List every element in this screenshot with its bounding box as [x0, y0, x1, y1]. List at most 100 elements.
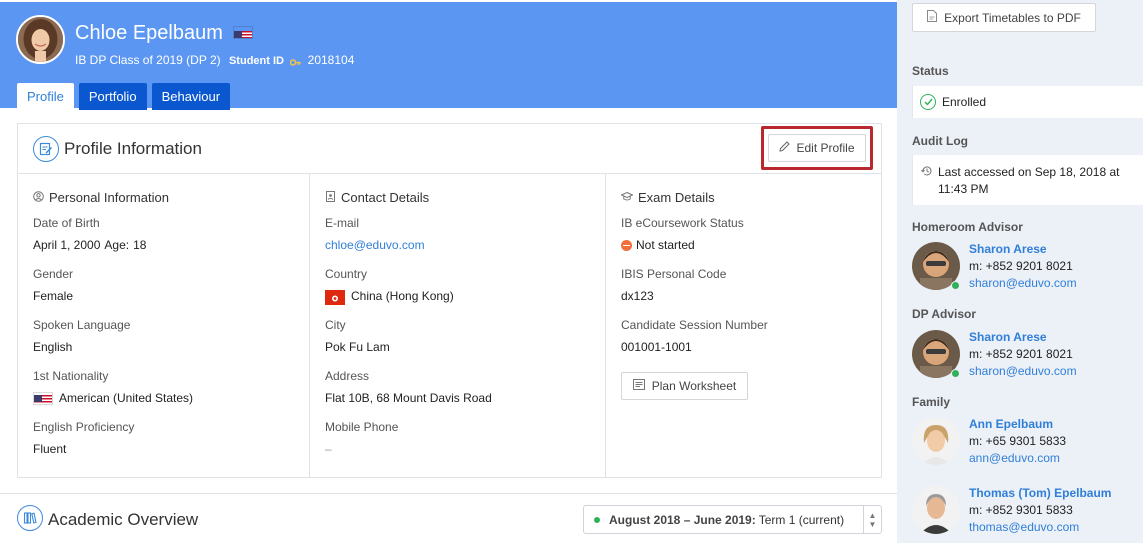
term-select[interactable]: August 2018 – June 2019: Term 1 (current…: [583, 505, 882, 534]
plan-worksheet-button[interactable]: Plan Worksheet: [621, 372, 748, 400]
student-header: Chloe Epelbaum IB DP Class of 2019 (DP 2…: [0, 0, 897, 110]
family-member-name-link[interactable]: Thomas (Tom) Epelbaum: [969, 486, 1111, 500]
tab-behaviour[interactable]: Behaviour: [151, 83, 231, 110]
hong-kong-flag-icon: [325, 289, 345, 305]
export-timetables-label: Export Timetables to PDF: [944, 10, 1081, 25]
profile-card-title: Profile Information: [64, 139, 202, 158]
city-value: Pok Fu Lam: [325, 340, 390, 354]
term-range: August 2018 – June 2019:: [609, 512, 756, 527]
ecoursework-label: IB eCoursework Status: [621, 216, 744, 230]
country-label: Country: [325, 267, 368, 281]
person-icon: [33, 190, 44, 205]
advisor-email-link[interactable]: sharon@eduvo.com: [969, 364, 1077, 378]
gender-value: Female: [33, 289, 74, 303]
exam-details-section: Exam Details IB eCoursework Status Not s…: [606, 174, 881, 478]
address-field: Address Flat 10B, 68 Mount Davis Road: [325, 366, 590, 417]
personal-information-section: Personal Information Date of Birth April…: [18, 174, 310, 478]
academic-overview-section: Academic Overview August 2018 – June 201…: [0, 493, 897, 543]
profile-tabs: Profile Portfolio Behaviour: [17, 83, 231, 110]
nationality-field: 1st Nationality American (United States): [33, 366, 294, 417]
family-member-card: Thomas (Tom) Epelbaum m: +852 9301 5833 …: [912, 486, 1143, 542]
family-member-email-link[interactable]: thomas@eduvo.com: [969, 520, 1079, 534]
gender-label: Gender: [33, 267, 74, 281]
family-member-avatar[interactable]: [912, 417, 960, 465]
online-status-icon: [951, 369, 960, 378]
nationality-label: 1st Nationality: [33, 369, 109, 383]
mobile-phone-field: Mobile Phone –: [325, 417, 590, 468]
family-member-email-link[interactable]: ann@eduvo.com: [969, 451, 1060, 465]
edit-profile-button[interactable]: Edit Profile: [768, 134, 866, 162]
city-field: City Pok Fu Lam: [325, 315, 590, 366]
student-subtitle: IB DP Class of 2019 (DP 2) Student ID 20…: [75, 53, 354, 67]
books-icon: [17, 505, 43, 531]
family-member-card: Ann Epelbaum m: +65 9301 5833 ann@eduvo.…: [912, 417, 1143, 473]
export-timetables-button[interactable]: Export Timetables to PDF: [912, 3, 1096, 32]
advisor-name-link[interactable]: Sharon Arese: [969, 242, 1047, 256]
address-label: Address: [325, 369, 370, 383]
advisor-name-link[interactable]: Sharon Arese: [969, 330, 1047, 344]
audit-log-box: Last accessed on Sep 18, 2018 at 11:43 P…: [912, 155, 1143, 205]
spoken-language-field: Spoken Language English: [33, 315, 294, 366]
personal-information-title: Personal Information: [49, 189, 169, 205]
session-number-field: Candidate Session Number 001001-1001: [621, 315, 866, 366]
edit-profile-highlight: Edit Profile: [761, 126, 873, 170]
key-icon: [290, 56, 301, 67]
plan-worksheet-label: Plan Worksheet: [651, 379, 737, 393]
check-circle-icon: [920, 94, 936, 110]
status-value: Enrolled: [942, 95, 987, 109]
ibis-code-label: IBIS Personal Code: [621, 267, 727, 281]
profile-card-header: Profile Information Edit Profile: [18, 124, 881, 174]
edit-profile-label: Edit Profile: [796, 141, 855, 155]
email-label: E-mail: [325, 216, 360, 230]
city-label: City: [325, 318, 346, 332]
homeroom-advisor-heading: Homeroom Advisor: [912, 220, 1023, 234]
academic-overview-title: Academic Overview: [48, 510, 199, 529]
profile-information-card: Profile Information Edit Profile Persona…: [17, 123, 882, 478]
english-proficiency-value: Fluent: [33, 442, 67, 456]
address-book-icon: [325, 190, 336, 205]
email-link[interactable]: chloe@eduvo.com: [325, 234, 590, 256]
student-id-label: Student ID: [228, 55, 284, 67]
dp-advisor-heading: DP Advisor: [912, 307, 977, 321]
audit-log-heading: Audit Log: [912, 134, 968, 148]
session-number-value: 001001-1001: [621, 340, 692, 354]
email-field: E-mail chloe@eduvo.com: [325, 213, 590, 264]
tab-portfolio[interactable]: Portfolio: [78, 83, 147, 110]
student-name: Chloe Epelbaum: [75, 22, 254, 45]
student-id: 2018104: [307, 53, 355, 67]
age-label: Age:: [104, 238, 130, 252]
contact-details-section: Contact Details E-mail chloe@eduvo.com C…: [310, 174, 606, 478]
ecoursework-value: Not started: [636, 238, 695, 252]
gender-field: Gender Female: [33, 264, 294, 315]
address-value: Flat 10B, 68 Mount Davis Road: [325, 391, 492, 405]
online-status-icon: [951, 281, 960, 290]
history-icon: [921, 165, 933, 182]
spoken-language-label: Spoken Language: [33, 318, 131, 332]
advisor-phone: m: +852 9201 8021: [969, 347, 1073, 361]
personal-information-heading: Personal Information: [33, 186, 294, 208]
family-member-avatar[interactable]: [912, 486, 960, 534]
pdf-file-icon: [927, 10, 938, 25]
us-flag-icon: [33, 391, 53, 405]
status-box: Enrolled: [912, 86, 1143, 118]
family-member-name-link[interactable]: Ann Epelbaum: [969, 417, 1053, 431]
status-heading: Status: [912, 64, 949, 78]
exam-details-title: Exam Details: [638, 189, 715, 205]
ecoursework-field: IB eCoursework Status Not started: [621, 213, 866, 264]
nationality-value: American (United States): [59, 391, 194, 405]
age-value: 18: [133, 238, 147, 252]
spoken-language-value: English: [33, 340, 73, 354]
session-number-label: Candidate Session Number: [621, 318, 768, 332]
right-sidebar: Export Timetables to PDF Status Enrolled…: [897, 0, 1143, 543]
worksheet-icon: [632, 379, 645, 393]
family-member-phone: m: +65 9301 5833: [969, 434, 1067, 448]
us-flag-icon: [233, 25, 254, 39]
tab-profile[interactable]: Profile: [17, 83, 74, 110]
student-class: IB DP Class of 2019 (DP 2): [75, 53, 221, 67]
homeroom-advisor-card: Sharon Arese m: +852 9201 8021 sharon@ed…: [912, 242, 1143, 298]
dp-advisor-card: Sharon Arese m: +852 9201 8021 sharon@ed…: [912, 330, 1143, 386]
not-started-icon: [621, 239, 632, 251]
advisor-email-link[interactable]: sharon@eduvo.com: [969, 276, 1077, 290]
profile-edit-icon: [33, 136, 59, 162]
mobile-phone-label: Mobile Phone: [325, 420, 399, 434]
